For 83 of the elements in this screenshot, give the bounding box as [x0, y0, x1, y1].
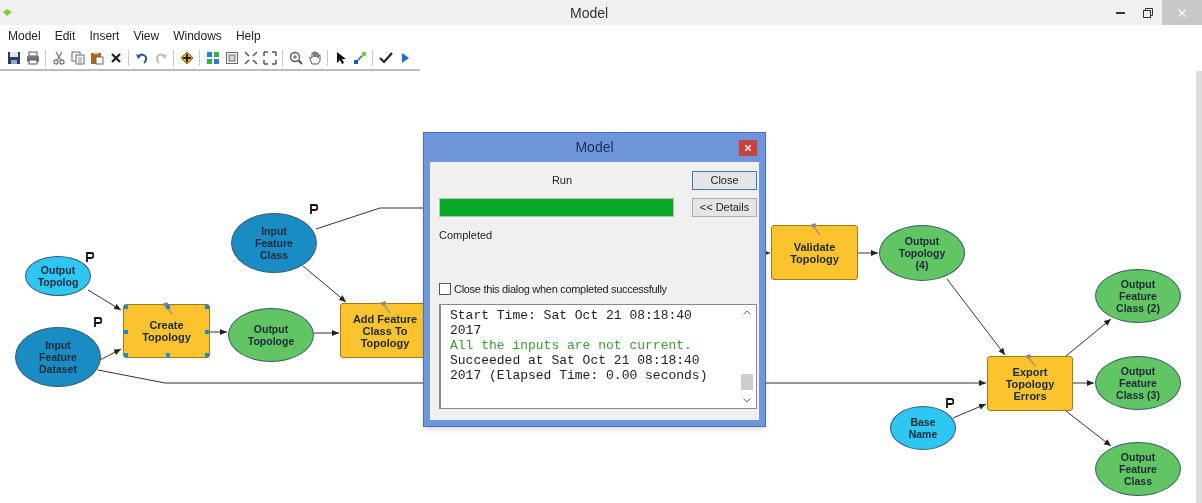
- close-icon: [745, 145, 751, 151]
- connector-arrow: [1065, 318, 1112, 357]
- selection-handle[interactable]: [205, 353, 209, 357]
- details-button[interactable]: << Details: [692, 198, 757, 217]
- connector-arrow: [952, 403, 987, 419]
- status-text: Run: [550, 173, 574, 189]
- redo-icon: [153, 51, 168, 65]
- result-text: Completed: [439, 228, 493, 243]
- data-node[interactable]: Input Feature Dataset: [15, 327, 101, 387]
- selection-handle[interactable]: [165, 305, 170, 309]
- menu-item[interactable]: Model: [8, 27, 41, 45]
- menu-item[interactable]: View: [133, 27, 160, 45]
- clipboard-icon: [89, 51, 104, 65]
- connector-arrow: [302, 265, 347, 303]
- hammer-icon: [378, 300, 392, 314]
- frame-icon: [224, 51, 239, 65]
- close-icon: [1178, 8, 1186, 17]
- window-title: Model: [570, 4, 609, 23]
- data-node[interactable]: Output Feature Class (2): [1095, 269, 1181, 323]
- close-option-checkbox[interactable]: Close this dialog when completed successfully: [439, 280, 667, 297]
- selection-handle[interactable]: [205, 330, 209, 334]
- node-label: Export Topology Errors: [1004, 365, 1056, 402]
- app-icon: [3, 9, 12, 16]
- hand-icon: [307, 51, 322, 65]
- log-warning: All the inputs are not current.: [450, 338, 693, 353]
- connector-icon: [352, 51, 367, 65]
- undo-icon: [134, 51, 149, 65]
- data-node[interactable]: Output Feature Class (3): [1095, 356, 1181, 410]
- collapse-arrows-icon: [243, 51, 258, 65]
- data-node[interactable]: Output Feature Class: [1095, 442, 1181, 496]
- zoom-in-icon: [288, 51, 303, 65]
- node-label: Add Feature Class To Topology: [351, 312, 419, 349]
- tool-node[interactable]: Create Topology: [123, 304, 210, 358]
- dialog-title: Model: [575, 138, 614, 157]
- selection-handle[interactable]: [124, 330, 128, 334]
- menu-item[interactable]: Windows: [173, 27, 222, 45]
- data-node[interactable]: Output Topology (4): [879, 225, 965, 281]
- tool-node[interactable]: Export Topology Errors: [987, 356, 1073, 411]
- log-message: Succeeded at Sat Oct 21 08:18:40 2017 (Elapsed Time: 0.00 seconds): [450, 353, 709, 383]
- delete-icon: [108, 51, 123, 65]
- plus-diamond-icon: [179, 51, 194, 65]
- data-node[interactable]: Input Feature Class: [231, 213, 317, 273]
- printer-icon: [25, 51, 40, 65]
- selection-handle[interactable]: [205, 305, 209, 309]
- expand-arrows-button[interactable]: [260, 48, 279, 68]
- scissors-icon: [51, 51, 66, 65]
- connector-arrow: [1065, 410, 1112, 447]
- data-node[interactable]: Output Topolog: [25, 256, 91, 296]
- node-label: Create Topology: [141, 319, 192, 343]
- grid-icon: [205, 51, 220, 65]
- selection-handle[interactable]: [124, 305, 128, 309]
- check-icon: [378, 51, 393, 65]
- node-label: Validate Topology: [789, 240, 840, 265]
- restore-icon: [1143, 7, 1153, 18]
- menu-item[interactable]: Insert: [89, 27, 120, 45]
- save-icon: [6, 51, 21, 65]
- connector-arrow: [313, 330, 340, 336]
- selection-handle[interactable]: [124, 353, 128, 357]
- expand-arrows-icon: [262, 51, 277, 65]
- selection-handle[interactable]: [165, 353, 170, 357]
- connector-arrow: [763, 250, 771, 256]
- close-dialog-button[interactable]: Close: [692, 171, 757, 190]
- close-button[interactable]: [739, 140, 757, 156]
- scroll-up-icon[interactable]: [742, 310, 751, 315]
- minimize-icon: [1115, 11, 1125, 14]
- connector-arrow: [857, 250, 879, 256]
- checkbox[interactable]: [439, 282, 451, 295]
- scroll-thumb[interactable]: [740, 374, 753, 390]
- menu-item[interactable]: Help: [235, 27, 261, 45]
- copy-icon: [70, 51, 85, 65]
- connector-arrow: [99, 348, 122, 361]
- log-message: Start Time: Sat Oct 21 08:18:40 2017: [450, 308, 693, 338]
- scroll-down-icon[interactable]: [742, 398, 751, 403]
- hammer-icon: [1023, 353, 1037, 367]
- data-node[interactable]: Output Topologe: [228, 308, 314, 362]
- copy-button[interactable]: [68, 48, 87, 68]
- tool-node[interactable]: Validate Topology: [771, 225, 858, 280]
- data-node[interactable]: Base Name: [890, 406, 956, 450]
- menu-item[interactable]: Edit: [54, 27, 76, 45]
- connector-arrow: [87, 289, 122, 311]
- scrollbar[interactable]: [1196, 71, 1202, 503]
- connector-arrow: [209, 329, 228, 335]
- connector-arrow: [1072, 380, 1095, 386]
